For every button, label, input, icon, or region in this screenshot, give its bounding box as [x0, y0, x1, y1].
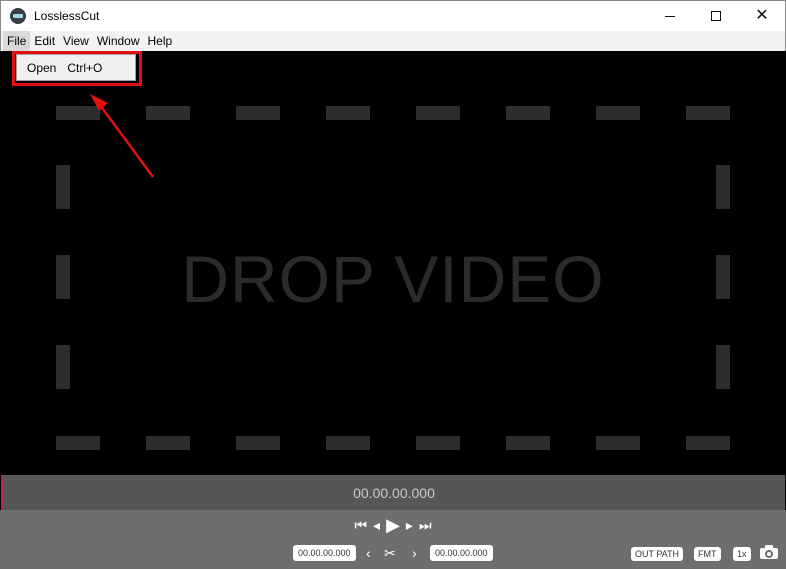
current-time: 00.00.00.000 [353, 484, 435, 501]
drop-border-dash [56, 436, 100, 450]
format-button[interactable]: FMT [694, 547, 721, 561]
drop-border-dash [416, 106, 460, 120]
menu-help[interactable]: Help [144, 31, 177, 51]
scissors-icon[interactable]: ✂ [384, 544, 396, 562]
play-icon[interactable]: ▶ [386, 516, 400, 534]
maximize-button[interactable] [693, 1, 739, 31]
chevron-right-icon[interactable]: › [412, 544, 417, 562]
title-bar: LosslessCut ✕ [0, 0, 786, 31]
file-menu-dropdown: Open Ctrl+O [16, 54, 136, 81]
step-forward-icon[interactable]: ▸ [406, 516, 413, 534]
speed-button[interactable]: 1x [733, 547, 751, 561]
menu-window[interactable]: Window [93, 31, 144, 51]
close-button[interactable]: ✕ [739, 1, 785, 31]
menu-bar: File Edit View Window Help [0, 31, 786, 51]
window-controls: ✕ [647, 1, 785, 31]
drop-border-dash [506, 106, 550, 120]
drop-border-dash [326, 106, 370, 120]
drop-border-dash [716, 165, 730, 209]
drop-border-dash [236, 436, 280, 450]
menu-file[interactable]: File [3, 31, 31, 51]
cut-end-time-input[interactable]: 00.00.00.000 [430, 545, 493, 561]
drop-border-dash [146, 436, 190, 450]
menu-item-open[interactable]: Open [27, 61, 56, 75]
maximize-icon [711, 11, 721, 21]
camera-icon[interactable] [760, 545, 778, 559]
window-title: LosslessCut [34, 9, 100, 23]
menu-item-open-shortcut: Ctrl+O [67, 60, 103, 75]
cut-start-time-input[interactable]: 00.00.00.000 [293, 545, 356, 561]
chevron-left-icon[interactable]: ‹ [366, 544, 371, 562]
controls-panel: ⏮ ◂ ▶ ▸ ⏭ 00.00.00.000 ‹ ✂ › 00.00.00.00… [0, 510, 786, 569]
drop-border-dash [56, 165, 70, 209]
timeline-bar[interactable]: 00.00.00.000 [1, 475, 785, 510]
close-icon: ✕ [755, 7, 769, 24]
video-drop-area[interactable]: DROP VIDEO [1, 51, 785, 475]
menu-edit[interactable]: Edit [30, 31, 59, 51]
app-icon [10, 8, 26, 24]
step-back-icon[interactable]: ◂ [373, 516, 380, 534]
drop-border-dash [416, 436, 460, 450]
drop-border-dash [596, 436, 640, 450]
drop-border-dash [236, 106, 280, 120]
drop-border-dash [146, 106, 190, 120]
out-path-button[interactable]: OUT PATH [631, 547, 684, 561]
drop-border-dash [686, 436, 730, 450]
jump-start-icon[interactable]: ⏮ [354, 516, 367, 534]
drop-video-text: DROP VIDEO [181, 242, 605, 316]
cut-controls: 00.00.00.000 ‹ ✂ › 00.00.00.000 OUT PATH… [0, 545, 786, 563]
drop-border-dash [716, 345, 730, 389]
transport-controls: ⏮ ◂ ▶ ▸ ⏭ [0, 516, 786, 534]
drop-border-dash [506, 436, 550, 450]
drop-border-dash [326, 436, 370, 450]
drop-border-dash [596, 106, 640, 120]
minimize-icon [665, 15, 675, 17]
drop-border-dash [56, 345, 70, 389]
menu-view[interactable]: View [59, 31, 93, 51]
minimize-button[interactable] [647, 1, 693, 31]
drop-border-dash [686, 106, 730, 120]
drop-border-dash [56, 106, 100, 120]
jump-end-icon[interactable]: ⏭ [419, 516, 432, 534]
